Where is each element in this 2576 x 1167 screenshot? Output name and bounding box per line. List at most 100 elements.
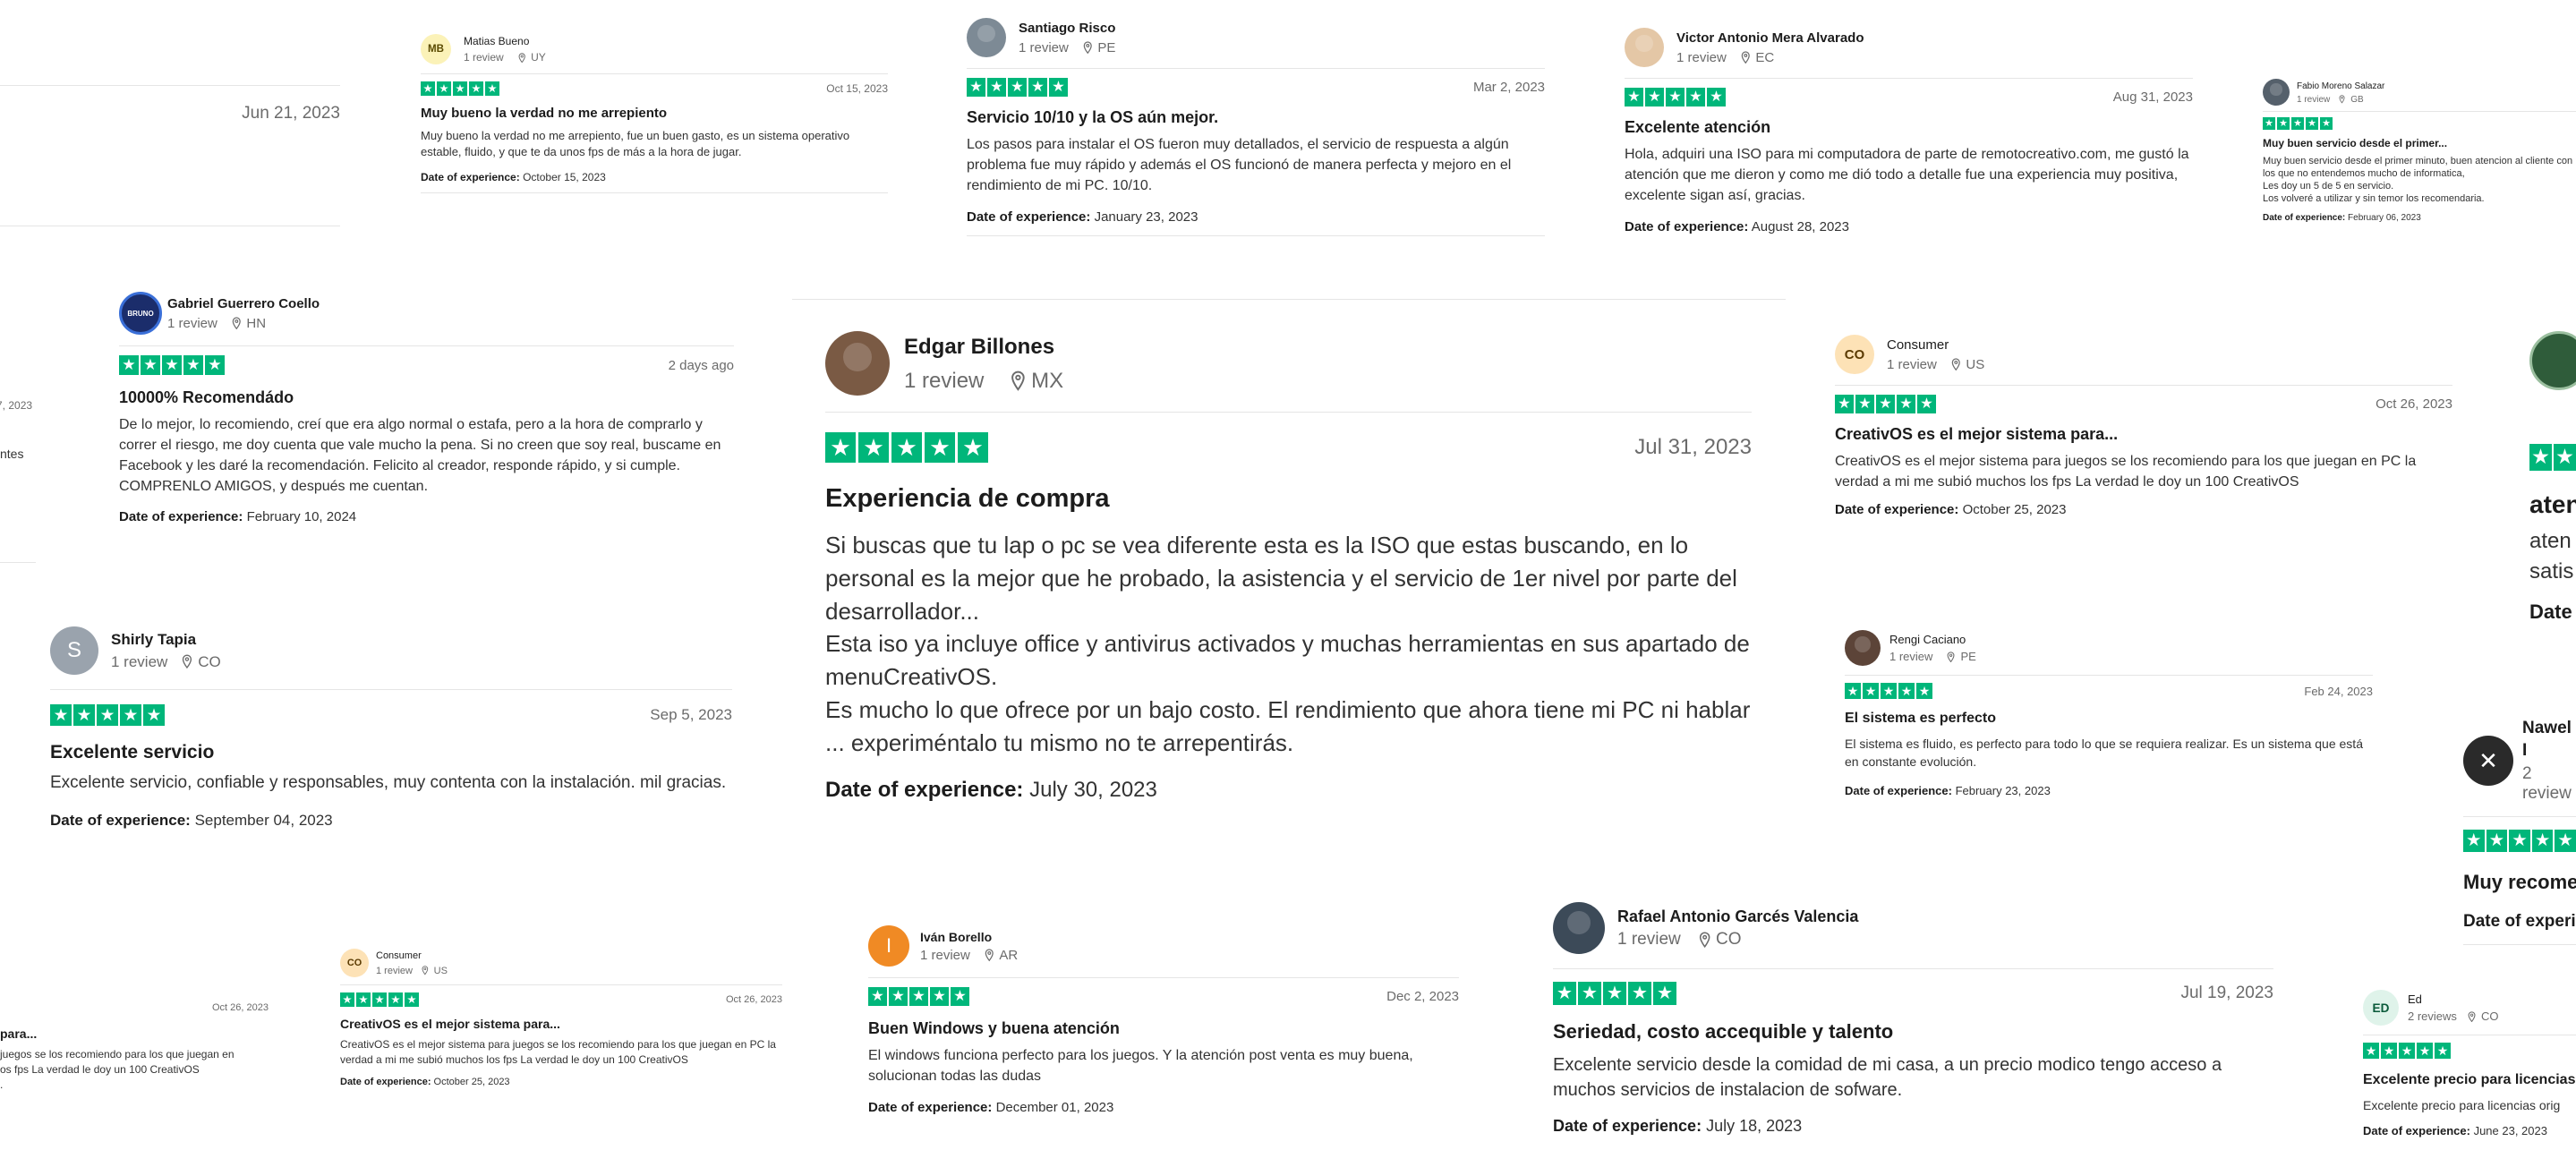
review-date: Dec 2, 2023	[1386, 989, 1459, 1004]
review-title[interactable]: Excelente atención	[1625, 117, 2193, 138]
reviewer-name[interactable]: Edgar Billones	[904, 333, 1063, 361]
date-of-experience: Date of experience: February 10, 2024	[119, 509, 357, 525]
reviewer-name[interactable]: Rafael Antonio Garcés Valencia	[1617, 907, 1858, 927]
review-card: BRUNO Gabriel Guerrero Coello 1 review H…	[119, 292, 734, 524]
location-pin-icon	[1083, 41, 1092, 55]
review-title[interactable]: Muy bueno la verdad no me arrepiento	[421, 105, 888, 123]
star-rating: ★ ★ ★ ★ ★	[1845, 683, 1932, 699]
star-icon: ★	[2509, 830, 2530, 853]
reviewer-name[interactable]: Iván Borello	[920, 929, 1018, 945]
star-rating: ★ ★ ★ ★ ★	[868, 987, 969, 1006]
divider	[792, 299, 1786, 300]
review-count: 1 review	[167, 315, 218, 331]
avatar	[1845, 630, 1881, 666]
review-text: Los pasos para instalar el OS fueron muy…	[967, 137, 1512, 193]
reviewer-name[interactable]: Fabio Moreno Salazar	[2297, 81, 2384, 92]
star-icon: ★	[405, 992, 419, 1007]
review-count: 1 review	[1889, 650, 1933, 664]
review-card: Jun 21, 2023	[0, 104, 340, 124]
reviewer-name[interactable]: Rengi Caciano	[1889, 633, 1976, 648]
review-text: El windows funciona perfecto para los ju…	[868, 1048, 1413, 1085]
review-date: 2 days ago	[668, 357, 734, 373]
star-icon: ★	[1897, 395, 1915, 413]
avatar	[1553, 902, 1605, 954]
reviewer-name[interactable]: Victor Antonio Mera Alvarado	[1676, 30, 1864, 47]
star-icon: ★	[2381, 1043, 2397, 1059]
reviewer-name[interactable]: Gabriel Guerrero Coello	[167, 295, 320, 313]
star-icon: ★	[2531, 830, 2554, 853]
review-card: Edgar Billones 1 review MX ★ ★ ★ ★ ★ Jul 31,…	[825, 331, 1752, 803]
star-icon: ★	[2363, 1043, 2379, 1059]
star-icon: ★	[858, 432, 889, 463]
reviewer-name[interactable]: Consumer	[376, 950, 448, 962]
review-title[interactable]: CreativOS es el mejor sistema para...	[1835, 424, 2452, 445]
star-icon: ★	[1917, 395, 1936, 413]
reviewer-name[interactable]: Shirly Tapia	[111, 630, 221, 650]
avatar: BRUNO	[119, 292, 162, 335]
star-icon: ★	[120, 704, 141, 726]
review-title[interactable]: Buen Windows y buena atención	[868, 1018, 1459, 1039]
location-pin-icon	[1741, 51, 1750, 64]
review-date: Aug 31, 2023	[2112, 89, 2193, 105]
star-icon: ★	[1686, 88, 1705, 106]
review-text: El sistema es fluido, es perfecto para t…	[1845, 736, 2363, 769]
star-icon: ★	[205, 355, 225, 375]
reviewer-name[interactable]: Consumer	[1887, 336, 1984, 354]
review-count: 1 review	[1676, 49, 1727, 65]
reviewer-name[interactable]: Santiago Risco	[1019, 20, 1115, 38]
review-date: Sep 5, 2023	[650, 706, 732, 723]
review-title[interactable]: Experiencia de compra	[825, 482, 1752, 516]
star-icon: ★	[340, 992, 354, 1007]
review-title[interactable]: Muy buen servicio desde el primer...	[2263, 137, 2576, 151]
star-icon: ★	[1876, 395, 1895, 413]
review-card: ★ ★ aten aten satis Date	[2529, 331, 2576, 624]
review-text: Muy bueno la verdad no me arrepiento, fu…	[421, 128, 850, 158]
date-of-experience: Date	[2529, 600, 2572, 623]
star-icon: ★	[2463, 830, 2485, 853]
review-card: Oct 26, 2023 para... juegos se los recom…	[0, 1002, 269, 1093]
star-rating: ★ ★ ★ ★ ★	[50, 704, 165, 726]
review-count: 1 review	[376, 965, 413, 976]
review-count: 2 reviews	[2408, 1009, 2457, 1024]
avatar: ✕	[2463, 736, 2513, 787]
location-pin-icon	[232, 317, 241, 330]
star-icon: ★	[1707, 88, 1726, 106]
review-card: ✕ Nawel I 2 review ★ ★ ★ ★ ★ Muy recome Date…	[2463, 718, 2576, 945]
date-of-experience: Date of experience: July 30, 2023	[825, 778, 1157, 803]
review-title[interactable]: para...	[0, 1026, 269, 1042]
review-title[interactable]: Excelente servicio	[50, 740, 732, 764]
review-card: ED Ed 2 reviews CO ★ ★ ★ ★ ★ Excelente preci…	[2363, 990, 2576, 1137]
review-count: 1 review	[1887, 356, 1937, 372]
star-rating: ★ ★ ★ ★ ★	[825, 432, 988, 463]
avatar: CO	[1835, 335, 1874, 374]
star-icon: ★	[2291, 117, 2304, 130]
star-icon: ★	[2417, 1043, 2433, 1059]
avatar	[825, 331, 890, 396]
star-icon: ★	[1008, 78, 1027, 97]
review-title[interactable]: aten	[2529, 489, 2576, 521]
date-of-experience: Date of experience: August 28, 2023	[1625, 218, 1849, 234]
review-title[interactable]: Muy recome	[2463, 870, 2576, 896]
review-title[interactable]: CreativOS es el mejor sistema para...	[340, 1016, 782, 1032]
review-title[interactable]: Excelente precio para licencias	[2363, 1071, 2576, 1090]
star-icon: ★	[1628, 982, 1651, 1005]
date-of-experience: Date of experience: January 23, 2023	[967, 209, 1198, 225]
star-rating: ★ ★ ★ ★ ★	[421, 81, 499, 96]
review-date: Jun 21, 2023	[242, 104, 340, 123]
date-of-experience: Date of experience: December 01, 2023	[868, 1099, 1114, 1115]
reviewer-name[interactable]: Ed	[2408, 992, 2499, 1008]
reviewer-country: CO	[198, 652, 221, 670]
review-text: ntes	[0, 447, 24, 461]
reviewer-country: AR	[999, 948, 1019, 964]
review-title[interactable]: El sistema es perfecto	[1845, 710, 2373, 728]
reviewer-country: US	[433, 965, 448, 976]
reviewer-name[interactable]: Matias Bueno	[464, 35, 546, 49]
reviewer-name[interactable]: Nawel I	[2522, 718, 2576, 762]
review-title[interactable]: Seriedad, costo accequible y talento	[1553, 1019, 2273, 1045]
location-pin-icon	[1951, 358, 1960, 371]
review-title[interactable]: 10000% Recomendádo	[119, 388, 734, 408]
location-pin-icon	[985, 949, 994, 962]
review-card: I Iván Borello 1 review AR ★ ★ ★ ★ ★ Dec 2, …	[868, 925, 1459, 1115]
reviewer-country: CO	[2481, 1009, 2499, 1024]
review-title[interactable]: Servicio 10/10 y la OS aún mejor.	[967, 107, 1545, 128]
